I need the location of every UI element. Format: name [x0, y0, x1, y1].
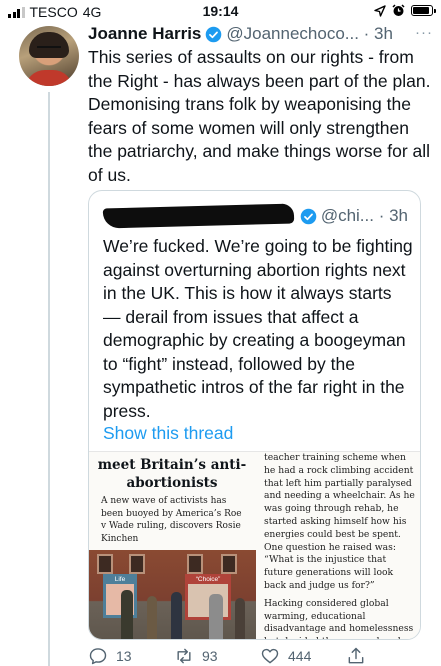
article-standfirst: A new wave of activists has been buoyed … [101, 496, 242, 544]
quoted-tweet-card[interactable]: @chi... · 3h We’re fucked. We’re going t… [88, 190, 421, 640]
show-thread-link[interactable]: Show this thread [103, 423, 233, 444]
reply-button[interactable]: 13 [88, 646, 132, 666]
status-right [374, 4, 436, 17]
like-icon [261, 648, 279, 664]
retweet-button[interactable]: 93 [174, 646, 218, 666]
article-paragraph: teacher training scheme when he had a ro… [264, 452, 415, 591]
article-paragraph: Hacking considered global warming, educa… [264, 597, 414, 639]
author-name[interactable]: Joanne Harris [88, 24, 201, 44]
article-left-column: meet Britain’s anti-abortionists A new w… [89, 452, 256, 639]
tweet-text: This series of assaults on our rights - … [88, 47, 431, 185]
tweet-actions: 13 93 444 [88, 644, 433, 666]
like-button[interactable]: 444 [260, 646, 311, 666]
sign-choice-text: “Choice” [195, 576, 221, 583]
tweet-header: Joanne Harris @Joannechoco... · 3h ··· [88, 22, 433, 46]
alarm-icon [392, 4, 405, 16]
location-icon [374, 4, 386, 17]
thread-line [48, 92, 50, 666]
retweet-count: 93 [202, 648, 218, 664]
verified-badge-icon [300, 208, 317, 224]
reply-count: 13 [116, 648, 132, 664]
quoted-handle-time: @chi... · 3h [320, 206, 408, 225]
retweet-icon [177, 648, 191, 664]
like-count: 444 [288, 648, 312, 664]
article-right-column: teacher training scheme when he had a ro… [256, 452, 420, 639]
quoted-tweet-header: @chi... · 3h [102, 203, 408, 229]
battery-icon [411, 5, 436, 16]
sign-life-text: Life [114, 576, 126, 583]
newspaper-article-image[interactable]: meet Britain’s anti-abortionists A new w… [89, 451, 420, 639]
reply-icon [89, 648, 107, 665]
author-avatar[interactable] [19, 26, 79, 86]
share-button[interactable] [346, 646, 366, 666]
article-photo: Life “Choice” [89, 550, 256, 639]
verified-badge-icon [206, 26, 222, 42]
status-bar: TESCO 4G 19:14 [0, 0, 441, 22]
quoted-tweet-text: We’re fucked. We’re going to be fighting… [103, 236, 413, 421]
more-options-icon[interactable]: ··· [415, 24, 433, 41]
share-icon [348, 647, 364, 664]
author-handle-time: @Joannechoco... · 3h [226, 24, 393, 43]
redacted-name [102, 203, 295, 229]
article-title: meet Britain’s anti-abortionists [97, 457, 247, 491]
